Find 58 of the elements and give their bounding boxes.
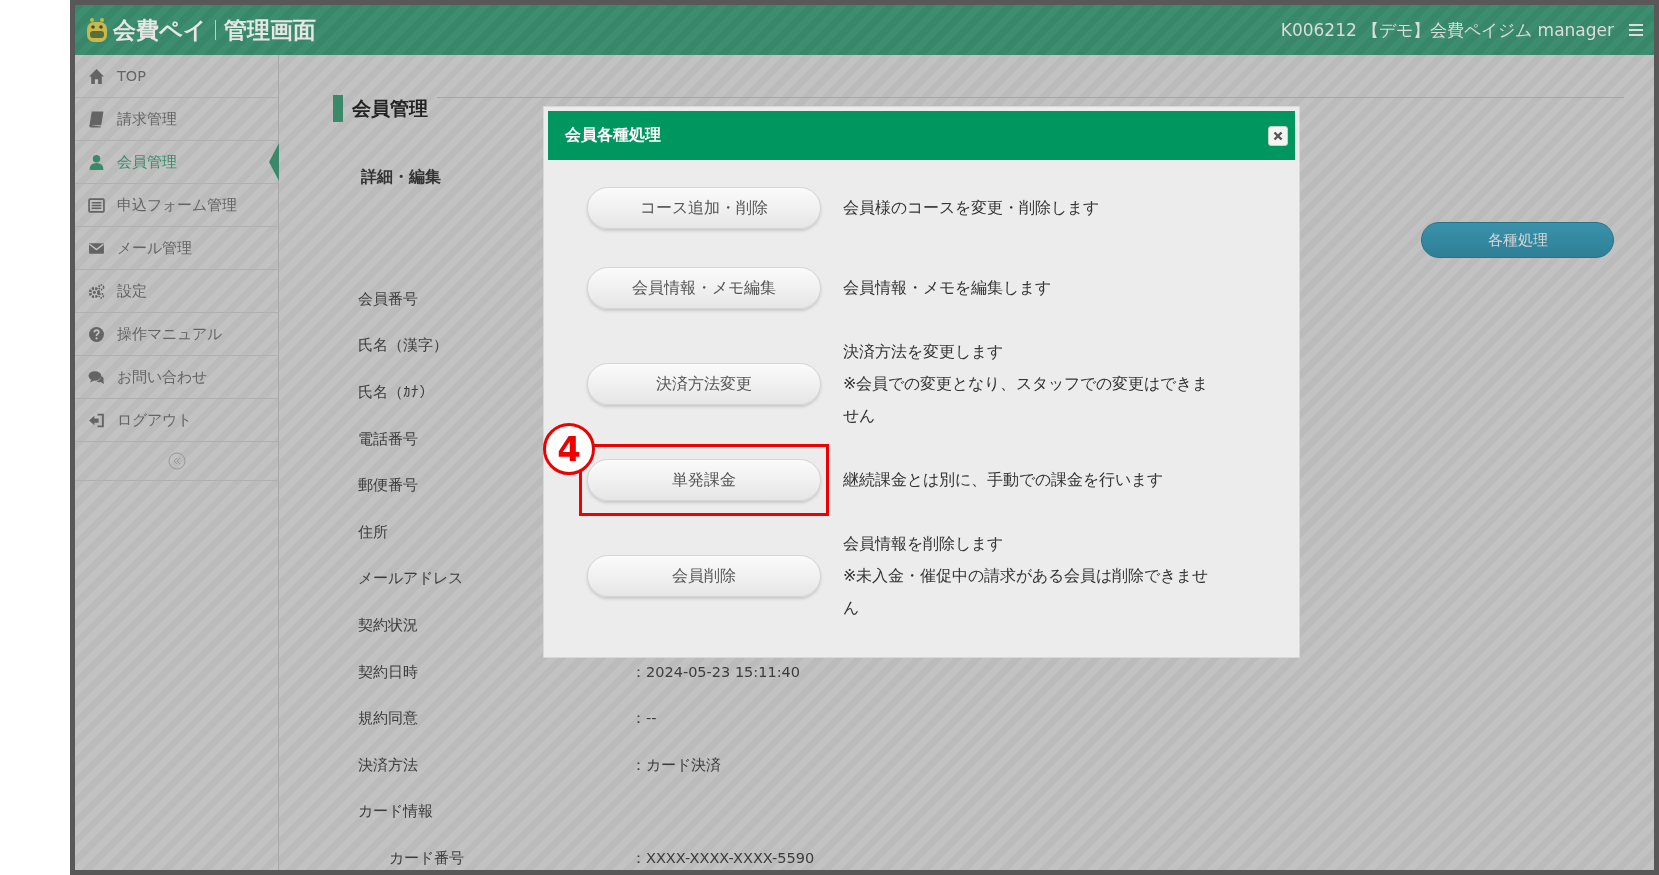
sidebar-item[interactable]: 設定 bbox=[75, 270, 278, 313]
mascot-icon bbox=[85, 17, 109, 43]
field-label: 規約同意 bbox=[358, 709, 418, 729]
dialog-title: 会員各種処理 bbox=[565, 125, 661, 146]
field-label: 契約日時 bbox=[358, 662, 418, 682]
logo-text: 会費ペイ bbox=[113, 15, 207, 45]
account-name: K006212 【デモ】会費ペイジム manager bbox=[1280, 18, 1614, 42]
action-description: 決済方法を変更します bbox=[843, 341, 1004, 363]
home-icon bbox=[88, 67, 105, 85]
action-description: 会員情報・メモを編集します bbox=[843, 277, 1052, 299]
app-subtitle: 管理画面 bbox=[224, 15, 316, 45]
close-icon bbox=[1273, 130, 1283, 141]
field-value: ：カード決済 bbox=[631, 755, 721, 775]
chat-icon bbox=[88, 368, 105, 386]
field-label: 氏名（ｶﾅ） bbox=[358, 383, 434, 402]
field-label: 氏名（漢字） bbox=[358, 336, 448, 356]
field-label: 電話番号 bbox=[358, 429, 418, 449]
sidebar-item[interactable]: ログアウト bbox=[75, 399, 278, 442]
step-number: 4 bbox=[543, 423, 595, 475]
action-description: ※会員での変更となり、スタッフでの変更はできません bbox=[843, 373, 1210, 427]
sidebar-item[interactable]: 請求管理 bbox=[75, 98, 278, 141]
action-description: 会員様のコースを変更・削除します bbox=[843, 197, 1100, 219]
logout-icon bbox=[88, 411, 105, 429]
sidebar-item[interactable]: メール管理 bbox=[75, 227, 278, 270]
action-description: 継続課金とは別に、手動での課金を行います bbox=[843, 469, 1164, 491]
sidebar-item[interactable]: 操作マニュアル bbox=[75, 313, 278, 356]
action-button[interactable]: コース追加・削除 bbox=[587, 187, 821, 229]
action-description: 会員情報を削除します bbox=[843, 533, 1004, 555]
book-icon bbox=[88, 110, 105, 128]
section-heading: 詳細・編集 bbox=[361, 167, 442, 188]
close-button[interactable] bbox=[1268, 125, 1288, 146]
sidebar-item[interactable]: 申込フォーム管理 bbox=[75, 184, 278, 227]
page-title: 会員管理 bbox=[352, 95, 428, 121]
field-label: 住所 bbox=[358, 522, 388, 542]
menu-icon[interactable] bbox=[1628, 23, 1644, 37]
sidebar-item[interactable]: お問い合わせ bbox=[75, 356, 278, 399]
list-icon bbox=[88, 196, 105, 214]
field-label: カード情報 bbox=[358, 802, 433, 822]
field-value: ：-- bbox=[631, 709, 657, 729]
person-icon bbox=[88, 153, 105, 171]
action-button[interactable]: 会員削除 bbox=[587, 555, 821, 597]
field-label: メールアドレス bbox=[358, 569, 463, 589]
action-button[interactable]: 会員情報・メモ編集 bbox=[587, 267, 821, 309]
field-value: ：XXXX-XXXX-XXXX-5590 bbox=[631, 848, 815, 868]
field-label: 会員番号 bbox=[358, 289, 418, 309]
field-label: 郵便番号 bbox=[358, 476, 418, 496]
field-value: ：2024-05-23 15:11:40 bbox=[631, 662, 800, 682]
actions-button[interactable]: 各種処理 bbox=[1421, 222, 1614, 258]
action-description: ※未入金・催促中の請求がある会員は削除できません bbox=[843, 565, 1210, 619]
title-marker bbox=[333, 95, 343, 122]
field-label: カード番号 bbox=[388, 848, 464, 868]
field-label: 契約状況 bbox=[358, 615, 418, 635]
help-icon bbox=[88, 325, 105, 343]
sidebar-item[interactable]: TOP bbox=[75, 55, 278, 98]
field-label: 決済方法 bbox=[358, 755, 418, 775]
action-button[interactable]: 決済方法変更 bbox=[587, 363, 821, 405]
gears-icon bbox=[88, 282, 105, 300]
action-button[interactable]: 単発課金 bbox=[587, 459, 821, 501]
